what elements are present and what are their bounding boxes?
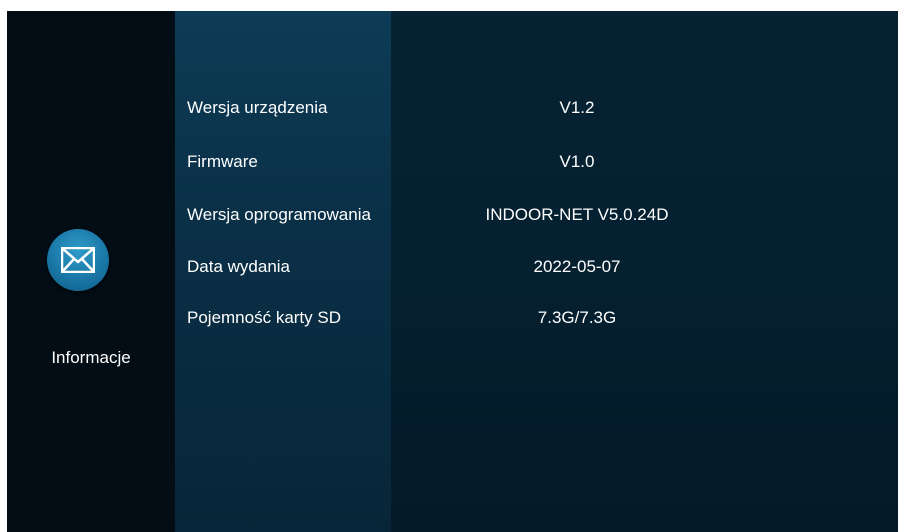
envelope-glyph	[61, 247, 95, 273]
sidebar: Informacje	[7, 11, 175, 532]
sd-card-capacity-value: 7.3G/7.3G	[537, 308, 617, 327]
envelope-icon[interactable]	[47, 229, 109, 291]
software-version-label: Wersja oprogramowania	[187, 205, 371, 224]
device-version-value: V1.2	[559, 98, 595, 117]
sidebar-item-informacje-label[interactable]: Informacje	[7, 348, 175, 368]
release-date-value: 2022-05-07	[533, 257, 621, 276]
software-version-value: INDOOR-NET V5.0.24D	[485, 205, 669, 224]
info-screen: Informacje Wersja urządzenia V1.2 Firmwa…	[7, 11, 898, 532]
firmware-label: Firmware	[187, 152, 258, 171]
device-version-label: Wersja urządzenia	[187, 98, 328, 117]
firmware-value: V1.0	[559, 152, 595, 171]
release-date-label: Data wydania	[187, 257, 291, 276]
sd-card-capacity-label: Pojemność karty SD	[187, 308, 341, 327]
